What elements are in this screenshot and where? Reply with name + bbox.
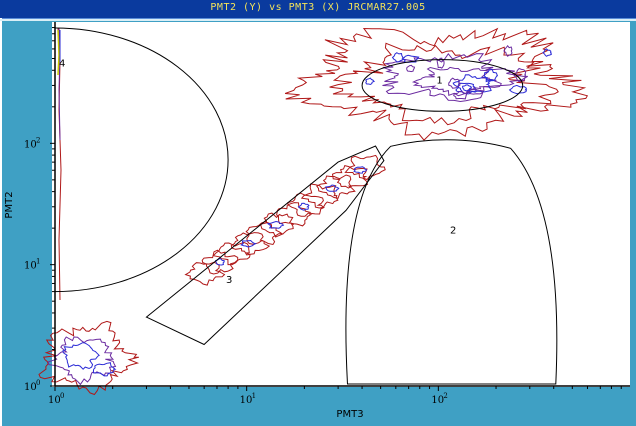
gate-4-label: 4 [59, 58, 65, 69]
x-tick-exponent: 2 [443, 392, 447, 400]
plot-area [52, 22, 630, 387]
x-tick-exponent: 1 [252, 392, 256, 400]
y-tick-label: 10 [24, 382, 37, 393]
y-axis-label: PMT2 [4, 191, 15, 218]
contour-plot: 1234 10 0 10 1 10 210 010 110 2 PMT3 PMT2 [4, 22, 630, 420]
x-axis-label: PMT3 [336, 409, 363, 420]
x-tick-label: 10 [240, 395, 253, 406]
gate-2-label: 2 [450, 226, 456, 237]
x-tick-label: 10 [48, 395, 61, 406]
y-tick-label: 10 [24, 139, 37, 150]
gate-1-label: 1 [436, 76, 442, 87]
x-tick-label: 10 [431, 395, 444, 406]
y-tick-exponent: 1 [36, 258, 40, 266]
y-tick-exponent: 0 [36, 379, 40, 387]
gate-3-label: 3 [226, 275, 232, 286]
y-tick-exponent: 2 [36, 136, 40, 144]
y-tick-label: 10 [24, 261, 37, 272]
x-tick-exponent: 0 [60, 392, 64, 400]
